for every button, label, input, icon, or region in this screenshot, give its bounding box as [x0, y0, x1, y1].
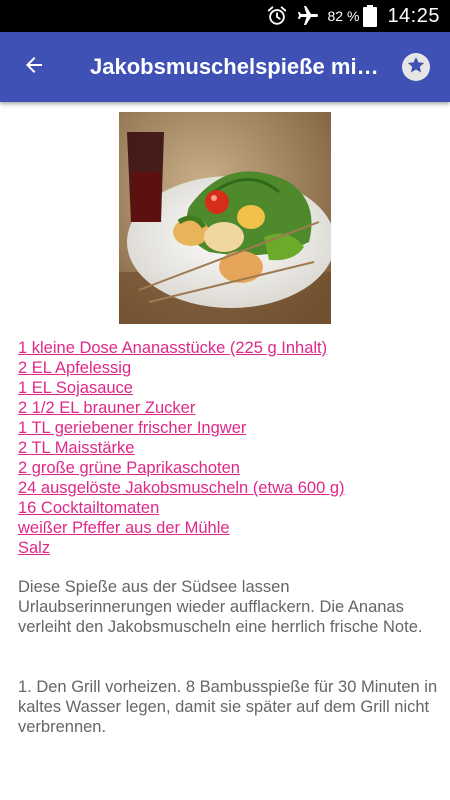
ingredient-link[interactable]: 1 TL geriebener frischer Ingwer: [18, 418, 438, 438]
star-icon: [406, 55, 426, 80]
ingredient-link[interactable]: 24 ausgelöste Jakobsmuscheln (etwa 600 g…: [18, 478, 438, 498]
ingredient-link[interactable]: 2 1/2 EL brauner Zucker: [18, 398, 438, 418]
recipe-description: Diese Spieße aus der Südsee lassen Urlau…: [18, 578, 423, 636]
ingredient-link[interactable]: Salz: [18, 538, 438, 558]
airplane-mode-icon: [296, 4, 320, 28]
alarm-icon: [266, 5, 288, 27]
ingredient-link[interactable]: weißer Pfeffer aus der Mühle: [18, 518, 438, 538]
battery-icon: [363, 5, 378, 27]
page-title: Jakobsmuschelspieße mit Ananas: [90, 54, 380, 79]
ingredient-link[interactable]: 1 kleine Dose Ananasstücke (225 g Inhalt…: [18, 338, 438, 358]
ingredient-link[interactable]: 1 EL Sojasauce: [18, 378, 438, 398]
ingredient-link[interactable]: 16 Cocktailtomaten: [18, 498, 438, 518]
ingredient-link[interactable]: 2 TL Maisstärke: [18, 438, 438, 458]
ingredients-list: 1 kleine Dose Ananasstücke (225 g Inhalt…: [18, 338, 438, 558]
recipe-photo: [119, 112, 331, 324]
status-clock: 14:25: [387, 4, 440, 27]
ingredient-link[interactable]: 2 EL Apfelessig: [18, 358, 438, 378]
arrow-left-icon: [22, 53, 46, 82]
back-button[interactable]: [14, 47, 54, 87]
recipe-step: 1. Den Grill vorheizen. 8 Bambusspieße f…: [18, 678, 438, 736]
favorite-button[interactable]: [402, 53, 430, 81]
ingredient-link[interactable]: 2 große grüne Paprikaschoten: [18, 458, 438, 478]
app-bar: Jakobsmuschelspieße mit Ananas: [0, 32, 450, 102]
status-bar: 82 % 14:25: [0, 0, 450, 32]
battery-percent: 82 %: [327, 8, 360, 24]
